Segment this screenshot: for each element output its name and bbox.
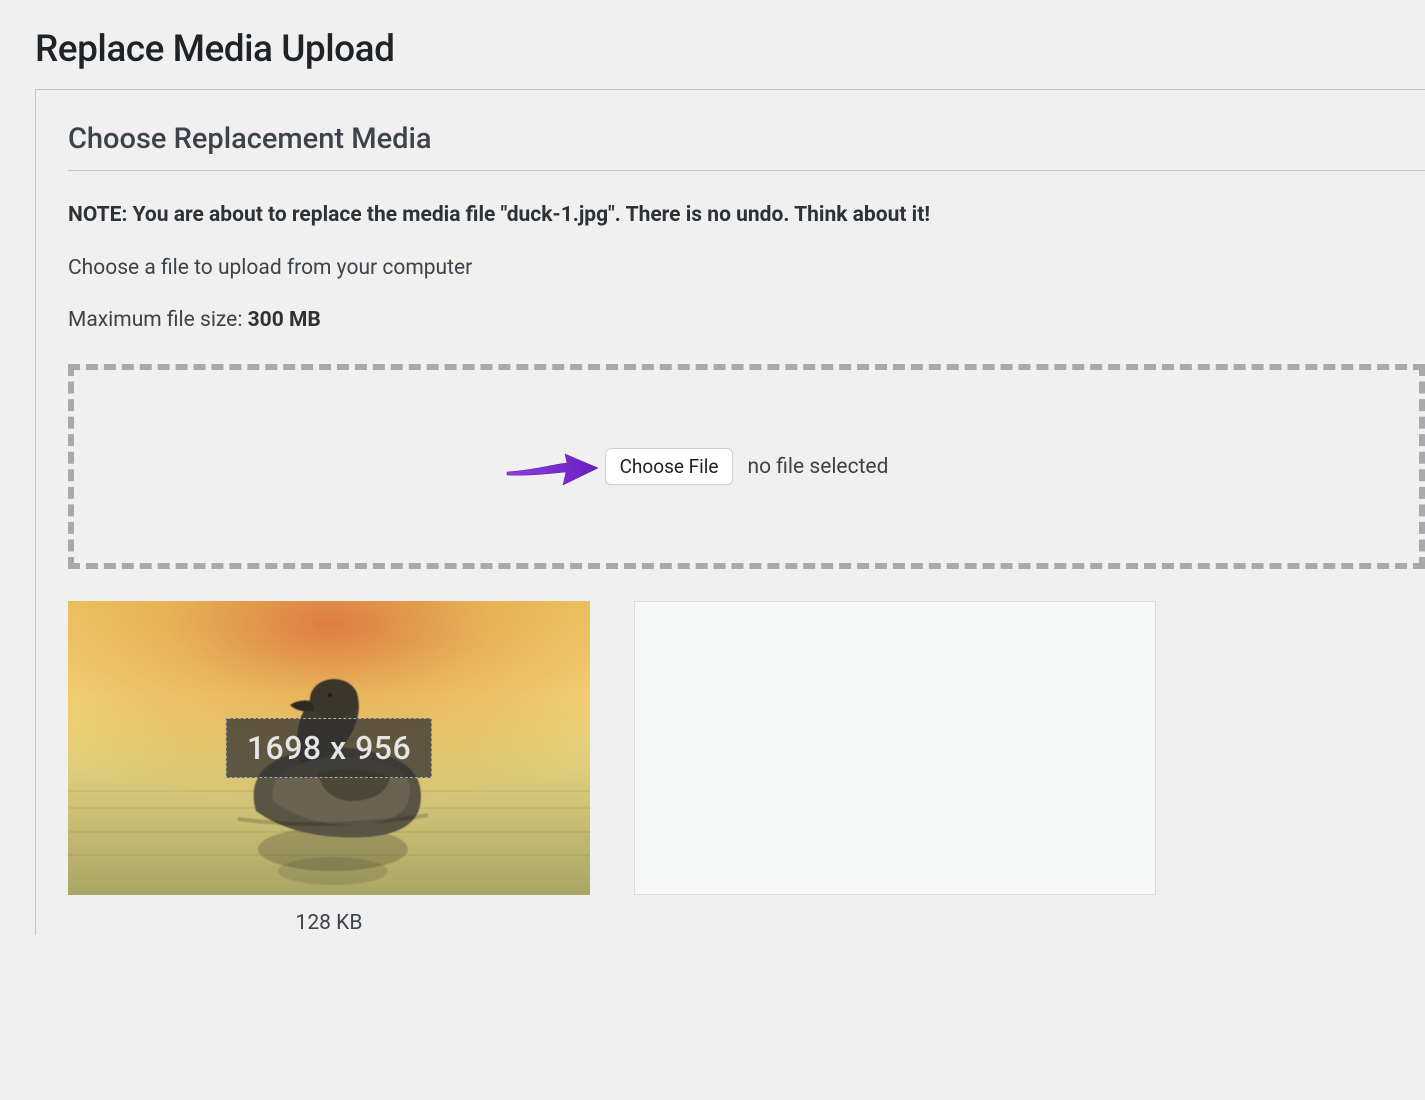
upload-instruction: Choose a file to upload from your comput… bbox=[68, 256, 1425, 280]
note-suffix: ". There is no undo. Think about it! bbox=[608, 203, 930, 227]
max-filesize-label: Maximum file size: bbox=[68, 308, 248, 332]
note-prefix: NOTE: You are about to replace the media… bbox=[68, 203, 507, 227]
section-heading: Choose Replacement Media bbox=[68, 122, 1425, 171]
page-title: Replace Media Upload bbox=[0, 0, 1425, 89]
current-thumb-column: 1698 x 956 128 KB bbox=[68, 601, 590, 935]
note-filename: duck-1.jpg bbox=[507, 203, 608, 227]
current-filesize: 128 KB bbox=[296, 911, 363, 935]
file-dropzone[interactable]: Choose File no file selected bbox=[68, 364, 1425, 569]
replace-media-panel: Choose Replacement Media NOTE: You are a… bbox=[35, 89, 1425, 935]
dimensions-badge: 1698 x 956 bbox=[226, 718, 432, 778]
preview-row: 1698 x 956 128 KB bbox=[68, 601, 1425, 935]
new-media-thumbnail-placeholder bbox=[634, 601, 1156, 895]
current-media-thumbnail: 1698 x 956 bbox=[68, 601, 590, 895]
max-filesize-value: 300 MB bbox=[248, 308, 321, 332]
new-thumb-column bbox=[634, 601, 1156, 935]
dropzone-inner: Choose File no file selected bbox=[605, 448, 889, 485]
no-file-selected-text: no file selected bbox=[747, 455, 888, 479]
choose-file-button[interactable]: Choose File bbox=[605, 448, 734, 485]
pointer-arrow-icon bbox=[505, 445, 600, 489]
warning-note: NOTE: You are about to replace the media… bbox=[68, 201, 1425, 230]
max-filesize-line: Maximum file size: 300 MB bbox=[68, 308, 1425, 332]
